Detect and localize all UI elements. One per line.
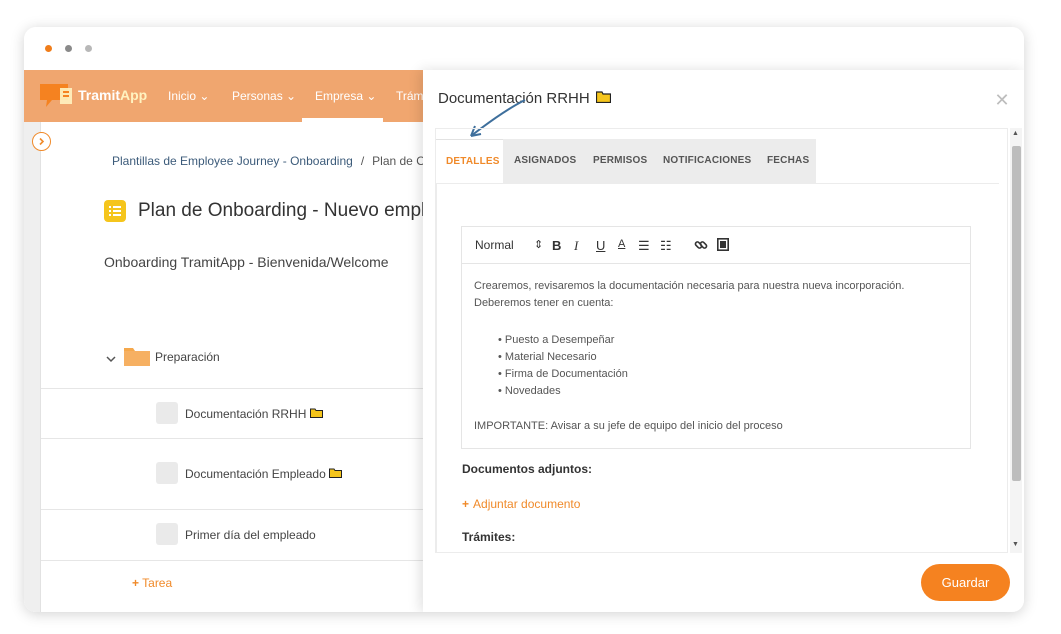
scroll-up-icon[interactable]: ▲ — [1012, 130, 1019, 137]
chevron-down-icon: ⌄ — [286, 89, 297, 103]
sidebar-expand-button[interactable] — [32, 132, 51, 151]
breadcrumb-parent-link[interactable]: Plantillas de Employee Journey - Onboard… — [112, 154, 353, 168]
chevron-down-icon[interactable] — [106, 355, 116, 363]
nav-item-inicio[interactable]: Inicio ⌄ — [168, 89, 209, 103]
task-detail-panel: Documentación RRHH ✕ DETALLES ASIGNADOS … — [423, 70, 1024, 612]
editor-important-note: IMPORTANTE: Avisar a su jefe de equipo d… — [474, 420, 783, 432]
task-label: Primer día del empleado — [185, 528, 316, 542]
nav-item-personas[interactable]: Personas ⌄ — [232, 89, 296, 103]
tab-notificaciones[interactable]: NOTIFICACIONES — [663, 155, 751, 166]
tab-bar: DETALLES ASIGNADOS PERMISOS NOTIFICACION… — [436, 139, 816, 183]
bold-icon[interactable]: B — [552, 238, 561, 253]
page-subtitle: Onboarding TramitApp - Bienvenida/Welcom… — [104, 254, 389, 270]
task-row[interactable]: Documentación Empleado — [41, 439, 424, 510]
folder-row[interactable]: Preparación — [41, 342, 424, 389]
folder-icon — [124, 348, 150, 366]
editor-intro-text: Crearemos, revisaremos la documentación … — [474, 280, 905, 309]
plus-icon: + — [462, 497, 470, 511]
tab-fechas[interactable]: FECHAS — [767, 155, 809, 166]
page-header: Plan de Onboarding - Nuevo emplea — [104, 200, 446, 222]
list-item: • Novedades — [498, 385, 561, 397]
logo-icon — [40, 84, 72, 107]
nav-item-tramites[interactable]: Trám — [396, 89, 424, 103]
format-select-arrows-icon[interactable]: ⇕ — [534, 238, 543, 251]
list-icon[interactable]: ☷ — [660, 238, 672, 254]
folder-open-icon — [309, 407, 323, 421]
video-icon[interactable] — [717, 238, 729, 254]
editor-bullet-list: • Puesto a Desempeñar • Material Necesar… — [498, 332, 628, 400]
checklist-icon — [104, 200, 126, 222]
chevron-right-icon — [39, 137, 45, 146]
format-select[interactable]: Normal — [475, 238, 514, 252]
attachments-label: Documentos adjuntos: — [462, 462, 593, 476]
align-icon[interactable]: ☰ — [638, 238, 650, 254]
rich-text-editor[interactable]: Normal ⇕ B I U A ☰ ☷ Crearemos, revisare… — [461, 226, 971, 449]
list-item: • Material Necesario — [498, 351, 597, 363]
breadcrumb: Plantillas de Employee Journey - Onboard… — [112, 154, 432, 168]
tab-asignados[interactable]: ASIGNADOS — [514, 155, 576, 166]
logo[interactable]: TramitApp — [38, 76, 147, 114]
italic-icon[interactable]: I — [574, 238, 578, 254]
list-item: • Firma de Documentación — [498, 368, 628, 380]
plus-icon: + — [132, 576, 140, 590]
task-label: Documentación RRHH — [185, 407, 323, 421]
nav-item-empresa[interactable]: Empresa ⌄ — [315, 89, 376, 103]
task-checkbox[interactable] — [156, 402, 178, 424]
task-row[interactable]: Primer día del empleado — [41, 510, 424, 561]
save-button[interactable]: Guardar — [921, 564, 1010, 601]
editor-toolbar: Normal ⇕ B I U A ☰ ☷ — [462, 227, 970, 264]
chevron-down-icon: ⌄ — [199, 89, 210, 103]
collapsed-sidebar — [24, 122, 41, 612]
scroll-down-icon[interactable]: ▼ — [1012, 541, 1019, 548]
app-frame: TramitApp Inicio ⌄ Personas ⌄ Empresa ⌄ … — [24, 27, 1024, 612]
folder-open-icon — [329, 467, 343, 481]
modal-body: DETALLES ASIGNADOS PERMISOS NOTIFICACION… — [435, 128, 1008, 553]
chevron-down-icon: ⌄ — [366, 89, 377, 103]
task-row[interactable]: Documentación RRHH — [41, 389, 424, 439]
task-checkbox[interactable] — [156, 462, 178, 484]
logo-text: TramitApp — [78, 87, 148, 103]
tab-detalles[interactable]: DETALLES — [436, 139, 503, 183]
page-title: Plan de Onboarding - Nuevo emplea — [138, 200, 447, 221]
breadcrumb-separator: / — [360, 154, 365, 168]
task-checkbox[interactable] — [156, 523, 178, 545]
tramites-label: Trámites: — [462, 530, 516, 544]
task-label: Documentación Empleado — [185, 467, 343, 481]
tab-permisos[interactable]: PERMISOS — [593, 155, 647, 166]
underline-icon[interactable]: U — [596, 238, 605, 253]
close-icon[interactable]: ✕ — [994, 91, 1010, 109]
folder-label: Preparación — [155, 350, 220, 364]
attach-document-button[interactable]: + Adjuntar documento — [462, 497, 580, 511]
folder-open-icon — [595, 90, 611, 107]
add-task-button[interactable]: + Tarea — [132, 576, 172, 590]
link-icon[interactable] — [694, 238, 708, 255]
text-color-icon[interactable]: A — [618, 238, 625, 250]
list-item: • Puesto a Desempeñar — [498, 334, 615, 346]
scrollbar-thumb[interactable] — [1012, 146, 1021, 481]
